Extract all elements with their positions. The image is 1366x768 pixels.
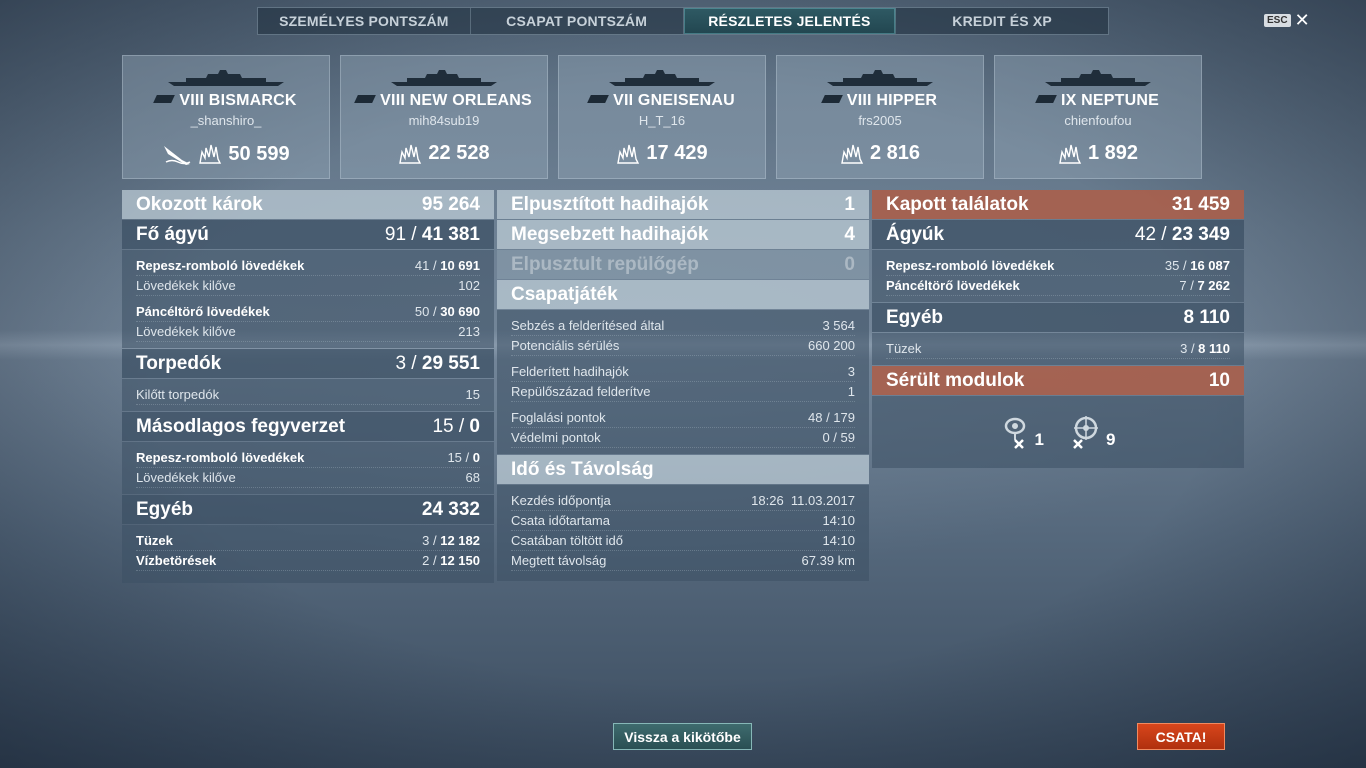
ship-name: VIII NEW ORLEANS [380,92,532,109]
ship-silhouette-icon [391,70,497,86]
stat-row: Védelmi pontok 0 / 59 [511,428,855,448]
torpedoes-details: Kilőtt torpedók 15 [122,379,494,411]
teamwork-header: Csapatjáték [497,280,869,309]
hits-received-header: Kapott találatok 31 459 [872,190,1244,219]
steering-gear-icon [1073,416,1098,449]
engine-module: 1 [1001,414,1044,450]
nation-flag-icon [1035,95,1057,103]
guns-received-header: Ágyúk 42 / 23 349 [872,220,1244,249]
stat-row: Felderített hadihajók 3 [511,362,855,382]
tab-personal-score[interactable]: SZEMÉLYES PONTSZÁM [258,8,471,34]
ship-cards: VIII BISMARCK _shanshiro_ 50 599 VIII NE… [122,55,1202,179]
stat-row: Lövedékek kilőve 213 [136,322,480,342]
ships-damaged-header: Megsebzett hadihajók 4 [497,220,869,249]
close-button[interactable]: ESC ✕ [1264,10,1310,30]
stat-row: Repülőszázad felderítve 1 [511,382,855,402]
time-distance-details: Kezdés időpontja 18:26 11.03.2017 Csata i… [497,485,869,581]
ships-destroyed-header: Elpusztított hadihajók 1 [497,190,869,219]
stat-row: Repesz-romboló lövedékek 15 / 0 [136,448,480,468]
nation-flag-icon [587,95,609,103]
ship-card[interactable]: VIII BISMARCK _shanshiro_ 50 599 [122,55,330,179]
damage-dealt-panel: Okozott károk 95 264 Fő ágyú 91 / 41 381 R… [122,190,494,584]
ship-card[interactable]: VIII HIPPER frs2005 2 816 [776,55,984,179]
stat-row: Vízbetörések 2 / 12 150 [136,551,480,571]
stat-row: Sebzés a felderítésed által 3 564 [511,316,855,336]
damage-splash-icon [399,144,422,164]
tab-detailed-report[interactable]: RÉSZLETES JELENTÉS [683,8,897,34]
damage-splash-icon [841,144,864,164]
other-received-details: Tüzek 3 / 8 110 [872,333,1244,365]
ship-name: VIII HIPPER [846,92,938,109]
damaged-modules-header: Sérült modulok 10 [872,366,1244,395]
planes-destroyed-header: Elpusztult repülőgép 0 [497,250,869,279]
stat-row: Foglalási pontok 48 / 179 [511,408,855,428]
ship-name: VII GNEISENAU [613,92,735,109]
stat-row: Lövedékek kilőve 102 [136,276,480,296]
steering-module: 9 [1066,414,1115,450]
time-distance-header: Idő és Távolság [497,455,869,484]
stat-row: Páncéltörő lövedékek 50 / 30 690 [136,302,480,322]
sunk-ship-icon [164,146,191,165]
other-damage-header: Egyéb 24 332 [122,495,494,524]
teamwork-details: Sebzés a felderítésed által 3 564 Potenci… [497,310,869,454]
ship-silhouette-icon [827,70,933,86]
damage-splash-icon [199,144,222,164]
esc-key-label: ESC [1264,13,1291,27]
ship-name: IX NEPTUNE [1060,92,1159,109]
battle-results-panel: Elpusztított hadihajók 1 Megsebzett hadih… [497,190,869,582]
stat-row: Páncéltörő lövedékek 7 / 7 262 [886,276,1230,296]
secondary-armament-header: Másodlagos fegyverzet 15 / 0 [122,412,494,441]
ship-name: VIII BISMARCK [179,92,297,109]
damage-splash-icon [617,144,640,164]
damage-received-panel: Kapott találatok 31 459 Ágyúk 42 / 23 349 … [872,190,1244,468]
engine-icon [1004,417,1025,449]
ship-silhouette-icon [168,70,284,86]
stat-row: Potenciális sérülés 660 200 [511,336,855,356]
other-damage-details: Tüzek 3 / 12 182 Vízbetörések 2 / 12 150 [122,525,494,583]
nation-flag-icon [354,95,377,103]
main-battery-header: Fő ágyú 91 / 41 381 [122,220,494,249]
tab-bar: SZEMÉLYES PONTSZÁM CSAPAT PONTSZÁM RÉSZL… [257,7,1109,35]
other-received-header: Egyéb 8 110 [872,303,1244,332]
stat-row: Kilőtt torpedók 15 [136,385,480,405]
return-to-port-button[interactable]: Vissza a kikötőbe [613,723,752,750]
ship-damage-value: 2 816 [869,142,921,164]
stat-row: Lövedékek kilőve 68 [136,468,480,488]
ship-card[interactable]: VIII NEW ORLEANS mih84sub19 22 528 [340,55,548,179]
tab-credits-xp[interactable]: KREDIT ÉS XP [896,8,1108,34]
torpedoes-header: Torpedók 3 / 29 551 [122,349,494,378]
player-name: chienfoufou [1064,113,1132,128]
guns-received-details: Repesz-romboló lövedékek 35 / 16 087 Pánc… [872,250,1244,302]
player-name: mih84sub19 [408,113,480,128]
ship-silhouette-icon [1045,70,1151,86]
stat-row: Megtett távolság 67.39 km [511,551,855,571]
player-name: _shanshiro_ [190,113,262,128]
ship-silhouette-icon [609,70,715,86]
ship-damage-value: 1 892 [1087,142,1139,164]
damage-splash-icon [1059,144,1082,164]
battle-button[interactable]: CSATA! [1137,723,1225,750]
player-name: H_T_16 [638,113,686,128]
ship-damage-value: 17 429 [646,142,708,164]
ship-damage-value: 50 599 [228,142,290,165]
secondary-armament-details: Repesz-romboló lövedékek 15 / 0 Lövedékek… [122,442,494,494]
nation-flag-icon [821,95,843,103]
damaged-modules-list: 1 9 [872,396,1244,468]
ship-card[interactable]: VII GNEISENAU H_T_16 17 429 [558,55,766,179]
stat-row: Repesz-romboló lövedékek 41 / 10 691 [136,256,480,276]
stat-row: Tüzek 3 / 8 110 [886,339,1230,359]
stat-row: Csatában töltött idő 14:10 [511,531,855,551]
close-icon: ✕ [1294,10,1310,30]
ship-card[interactable]: IX NEPTUNE chienfoufou 1 892 [994,55,1202,179]
tab-team-score[interactable]: CSAPAT PONTSZÁM [471,8,684,34]
damage-dealt-header: Okozott károk 95 264 [122,190,494,219]
ship-damage-value: 22 528 [428,142,490,164]
stat-row: Csata időtartama 14:10 [511,511,855,531]
stat-row: Tüzek 3 / 12 182 [136,531,480,551]
player-name: frs2005 [858,113,902,128]
main-battery-details: Repesz-romboló lövedékek 41 / 10 691 Löve… [122,250,494,348]
stat-row: Kezdés időpontja 18:26 11.03.2017 [511,491,855,511]
nation-flag-icon [153,95,176,103]
stat-row: Repesz-romboló lövedékek 35 / 16 087 [886,256,1230,276]
